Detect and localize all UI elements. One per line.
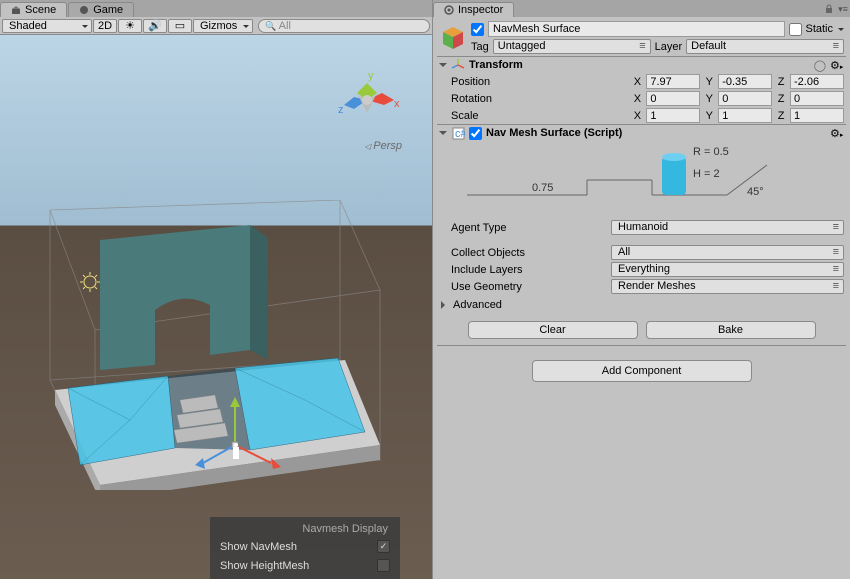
bake-button[interactable]: Bake xyxy=(646,321,816,339)
axis-gizmo[interactable]: y x z xyxy=(332,65,402,135)
position-y-input[interactable] xyxy=(718,74,772,89)
x-axis-label: x xyxy=(394,98,400,110)
transform-icon xyxy=(451,58,465,72)
use-geometry-dropdown[interactable]: Render Meshes xyxy=(611,279,844,294)
y-axis-label: y xyxy=(368,70,374,82)
navmesh-gear-icon[interactable]: ⚙▸ xyxy=(830,127,844,140)
transform-gear-icon[interactable]: ⚙▸ xyxy=(830,59,844,72)
transform-component: Transform ◯ ⚙▸ Position X Y Z Rotation X… xyxy=(437,57,846,125)
show-heightmesh-checkbox[interactable] xyxy=(377,559,390,572)
rotation-x-input[interactable] xyxy=(646,91,700,106)
lock-icon[interactable] xyxy=(822,2,836,16)
collect-objects-label: Collect Objects xyxy=(451,247,611,259)
image-icon: ▭ xyxy=(175,19,185,32)
advanced-label: Advanced xyxy=(453,299,502,311)
rotation-y-input[interactable] xyxy=(718,91,772,106)
include-layers-label: Include Layers xyxy=(451,264,611,276)
svg-text:45°: 45° xyxy=(747,186,764,198)
panel-menu-icon[interactable]: ▾≡ xyxy=(836,2,850,16)
position-z-input[interactable] xyxy=(790,74,844,89)
scene-toolbar: Shaded 2D ☀ 🔊 ▭ Gizmos 🔍 All xyxy=(0,17,432,35)
scene-view[interactable]: y x z ◁ Persp xyxy=(0,35,432,579)
audio-toggle[interactable]: 🔊 xyxy=(143,19,167,33)
gameobject-enabled-checkbox[interactable] xyxy=(471,23,484,36)
scene-icon xyxy=(11,5,21,15)
navmesh-display-title: Navmesh Display xyxy=(218,521,392,537)
show-heightmesh-label: Show HeightMesh xyxy=(220,560,309,572)
navmesh-enabled-checkbox[interactable] xyxy=(469,127,482,140)
gameobject-header: Static Tag Untagged Layer Default xyxy=(437,19,846,57)
game-icon xyxy=(79,5,89,15)
show-navmesh-label: Show NavMesh xyxy=(220,541,297,553)
inspector-tab-strip: Inspector ▾≡ xyxy=(433,0,850,17)
layer-label: Layer xyxy=(655,41,683,53)
scale-x-input[interactable] xyxy=(646,108,700,123)
layer-dropdown[interactable]: Default xyxy=(686,39,844,54)
script-icon: c# xyxy=(451,126,465,140)
tab-inspector[interactable]: Inspector xyxy=(433,2,514,17)
z-axis-label: z xyxy=(338,104,344,116)
agent-type-dropdown[interactable]: Humanoid xyxy=(611,220,844,235)
scale-z-input[interactable] xyxy=(790,108,844,123)
effects-dropdown[interactable]: ▭ xyxy=(168,19,192,33)
scene-3d-model xyxy=(40,200,390,480)
position-x-input[interactable] xyxy=(646,74,700,89)
scale-y-input[interactable] xyxy=(718,108,772,123)
inspector-icon xyxy=(444,5,454,15)
lighting-toggle[interactable]: ☀ xyxy=(118,19,142,33)
clear-button[interactable]: Clear xyxy=(468,321,638,339)
agent-diagram: 0.75 R = 0.5 H = 2 45° xyxy=(437,145,846,215)
use-geometry-label: Use Geometry xyxy=(451,281,611,293)
svg-text:H = 2: H = 2 xyxy=(693,168,720,180)
scale-label: Scale xyxy=(451,110,629,122)
tab-game[interactable]: Game xyxy=(68,2,134,17)
add-component-button[interactable]: Add Component xyxy=(532,360,752,382)
static-checkbox[interactable] xyxy=(789,23,802,36)
advanced-foldout[interactable] xyxy=(441,301,449,309)
gameobject-icon[interactable] xyxy=(439,24,467,52)
shading-dropdown[interactable]: Shaded xyxy=(2,19,92,33)
agent-type-label: Agent Type xyxy=(451,222,611,234)
gizmos-dropdown[interactable]: Gizmos xyxy=(193,19,253,33)
svg-text:R = 0.5: R = 0.5 xyxy=(693,146,729,158)
navmesh-foldout[interactable] xyxy=(439,131,447,139)
sun-icon: ☀ xyxy=(125,19,135,32)
persp-label: ◁ Persp xyxy=(364,140,402,152)
svg-text:c#: c# xyxy=(455,128,465,140)
tab-scene-label: Scene xyxy=(25,4,56,16)
include-layers-dropdown[interactable]: Everything xyxy=(611,262,844,277)
transform-title: Transform xyxy=(469,59,810,71)
static-label: Static xyxy=(805,23,833,35)
gameobject-name-input[interactable] xyxy=(488,21,785,37)
navmesh-surface-component: c# Nav Mesh Surface (Script) ⚙▸ 0.75 xyxy=(437,125,846,346)
tag-dropdown[interactable]: Untagged xyxy=(493,39,651,54)
transform-help-icon[interactable]: ◯ xyxy=(814,59,826,72)
speaker-icon: 🔊 xyxy=(148,19,162,32)
svg-text:0.75: 0.75 xyxy=(532,182,553,194)
navmesh-title: Nav Mesh Surface (Script) xyxy=(486,127,826,139)
tab-game-label: Game xyxy=(93,4,123,16)
position-label: Position xyxy=(451,76,629,88)
navmesh-display-overlay: Navmesh Display Show NavMesh Show Height… xyxy=(210,517,400,579)
search-icon: 🔍 xyxy=(265,21,276,31)
tag-label: Tag xyxy=(471,41,489,53)
2d-toggle[interactable]: 2D xyxy=(93,19,117,33)
scene-tab-strip: Scene Game xyxy=(0,0,432,17)
scene-search-input[interactable]: 🔍 All xyxy=(258,19,430,33)
collect-objects-dropdown[interactable]: All xyxy=(611,245,844,260)
transform-foldout[interactable] xyxy=(439,63,447,71)
tab-inspector-label: Inspector xyxy=(458,4,503,16)
rotation-z-input[interactable] xyxy=(790,91,844,106)
rotation-label: Rotation xyxy=(451,93,629,105)
show-navmesh-checkbox[interactable] xyxy=(377,540,390,553)
tab-scene[interactable]: Scene xyxy=(0,2,67,17)
static-dropdown-arrow[interactable] xyxy=(836,23,844,35)
